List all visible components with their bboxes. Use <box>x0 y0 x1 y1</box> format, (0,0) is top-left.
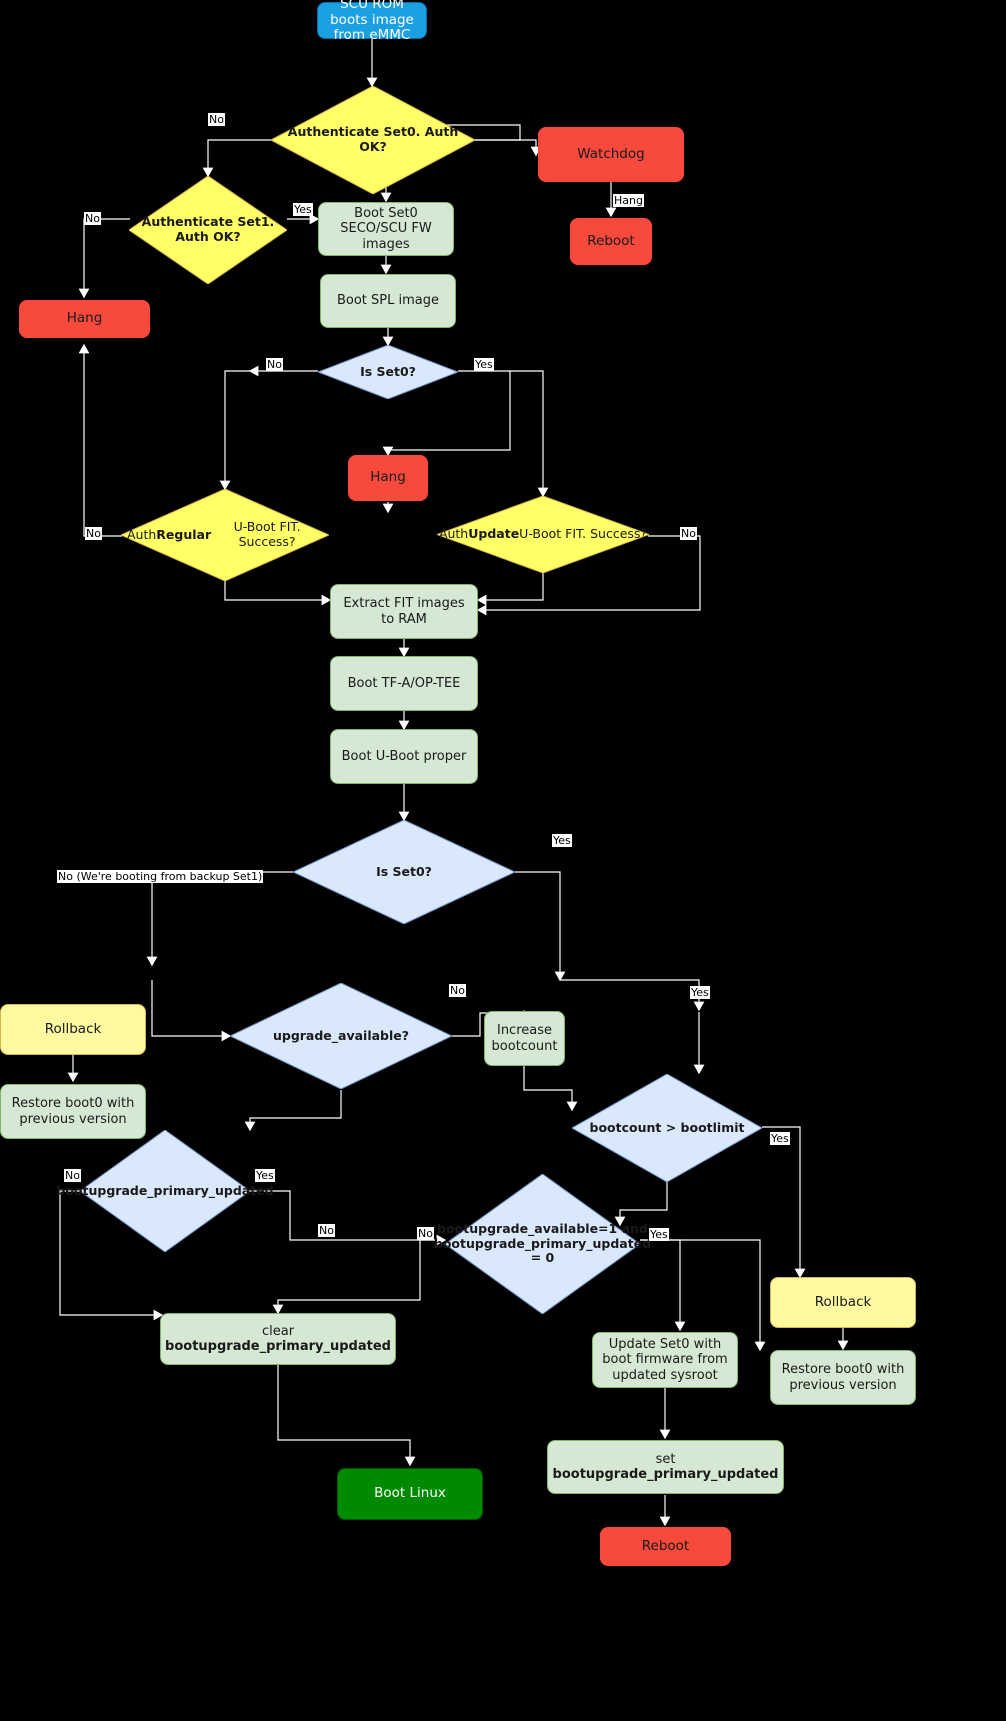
label-prefix: clear <box>261 1323 295 1339</box>
node-increase-bootcount[interactable]: Increase bootcount <box>484 1011 565 1066</box>
decision-authenticate-set1[interactable]: Authenticate Set1. Auth OK? <box>129 176 287 284</box>
node-hang-set1[interactable]: Hang <box>19 300 150 338</box>
edge-label-is-set0-uboot-yes: Yes <box>552 834 572 847</box>
node-label: Authenticate Set0. Auth OK? <box>287 124 459 154</box>
node-boot-uboot-proper[interactable]: Boot U-Boot proper <box>330 729 478 784</box>
node-label: bootupgrade_available=1 and bootupgrade_… <box>433 1220 652 1266</box>
node-label: Hang <box>370 469 406 486</box>
node-label: Is Set0? <box>360 363 416 379</box>
node-rollback-left[interactable]: Rollback <box>0 1004 146 1055</box>
edge-label-auth-regular-no: No <box>85 527 102 540</box>
node-label: Auth Update U-Boot FIT. Success? <box>437 496 649 573</box>
edge-label-bootcount-yes-out: Yes <box>770 1132 790 1145</box>
edge-label-auth-update-no: No <box>680 527 697 540</box>
node-clear-primary-updated[interactable]: clear bootupgrade_primary_updated <box>160 1313 396 1365</box>
edge-label-upgrade-available-no: No <box>449 984 466 997</box>
node-set-primary-updated[interactable]: set bootupgrade_primary_updated <box>547 1440 784 1494</box>
edge-label-is-set0-spl-yes: Yes <box>474 358 494 371</box>
node-label: set bootupgrade_primary_updated <box>553 1452 779 1483</box>
node-rollback-right[interactable]: Rollback <box>770 1277 916 1328</box>
node-label: upgrade_available? <box>272 1027 410 1043</box>
label-prefix: Auth <box>127 526 157 542</box>
node-label: Restore boot0 with previous version <box>781 1362 905 1393</box>
node-label: Authenticate Set1. Auth OK? <box>141 214 275 244</box>
node-label: Is Set0? <box>376 863 432 879</box>
node-label: Boot Linux <box>374 1485 446 1502</box>
node-label: Boot SPL image <box>336 293 439 309</box>
node-restore-boot0-right[interactable]: Restore boot0 with previous version <box>770 1350 916 1405</box>
node-reboot-top[interactable]: Reboot <box>570 218 652 265</box>
node-update-set0-firmware[interactable]: Update Set0 with boot firmware from upda… <box>592 1332 738 1388</box>
decision-auth-regular-fit[interactable]: Auth Regular U-Boot FIT. Success? <box>121 489 329 581</box>
node-label: Rollback <box>44 1020 102 1037</box>
decision-upgrade-available[interactable]: upgrade_available? <box>230 983 452 1089</box>
node-label: Update Set0 with boot firmware from upda… <box>602 1337 728 1383</box>
node-watchdog[interactable]: Watchdog <box>538 127 684 182</box>
node-label: clear bootupgrade_primary_updated <box>165 1324 391 1355</box>
node-label: Restore boot0 with previous version <box>11 1096 135 1127</box>
edge-label-avail-updated-yes: Yes <box>649 1228 669 1241</box>
node-label: Reboot <box>587 232 635 249</box>
edge-label-primary-updated-yes: Yes <box>255 1169 275 1182</box>
node-reboot-bottom[interactable]: Reboot <box>600 1527 731 1566</box>
edge-label-is-set0-uboot-no: No (We're booting from backup Set1) <box>57 870 264 883</box>
node-boot-linux[interactable]: Boot Linux <box>337 1468 483 1520</box>
node-boot-set0-fw[interactable]: Boot Set0 SECO/SCU FW images <box>318 202 454 256</box>
node-label: Auth Regular U-Boot FIT. Success? <box>121 489 329 581</box>
node-hang-mid[interactable]: Hang <box>348 455 428 501</box>
edge-label-watchdog-hang: Hang <box>613 194 644 207</box>
edge-label-avail-updated-no-left: No <box>318 1224 335 1237</box>
label-prefix: Auth <box>438 526 469 542</box>
node-label: SCU ROM boots image from eMMC <box>330 0 414 44</box>
decision-is-set0-spl[interactable]: Is Set0? <box>318 345 458 399</box>
edge-label-auth-set1-no: No <box>84 212 101 225</box>
node-label: Watchdog <box>577 145 645 162</box>
node-boot-spl[interactable]: Boot SPL image <box>320 274 456 328</box>
node-label: Boot Set0 SECO/SCU FW images <box>340 206 432 252</box>
decision-auth-update-fit[interactable]: Auth Update U-Boot FIT. Success? <box>437 496 649 573</box>
node-label: Reboot <box>641 1537 690 1554</box>
node-label: bootcount > bootlimit <box>589 1119 745 1135</box>
node-boot-tfa-optee[interactable]: Boot TF-A/OP-TEE <box>330 656 478 711</box>
node-label: Boot U-Boot proper <box>341 748 467 764</box>
node-label: Hang <box>66 310 103 327</box>
label-prefix: set <box>655 1451 676 1467</box>
node-label: Rollback <box>814 1293 872 1310</box>
decision-is-set0-uboot[interactable]: Is Set0? <box>293 820 515 924</box>
flowchart-canvas: SCU ROM boots image from eMMC Authentica… <box>0 0 1006 1721</box>
edge-label-auth-set0-yes: Yes <box>293 203 313 216</box>
decision-bootupgrade-available-and-updated[interactable]: bootupgrade_available=1 and bootupgrade_… <box>433 1174 652 1314</box>
decision-authenticate-set0[interactable]: Authenticate Set0. Auth OK? <box>271 86 475 194</box>
node-extract-fit-images[interactable]: Extract FIT images to RAM <box>330 584 478 639</box>
edge-label-primary-updated-no: No <box>64 1169 81 1182</box>
edge-label-avail-updated-no: No <box>417 1227 434 1240</box>
label-emphasis: Update <box>468 526 520 542</box>
edge-label-is-set0-spl-no: No <box>266 358 283 371</box>
label-emphasis: bootupgrade_primary_updated <box>552 1467 779 1482</box>
node-label: Boot TF-A/OP-TEE <box>347 675 461 691</box>
label-emphasis: bootupgrade_primary_updated <box>165 1339 391 1354</box>
decision-bootcount-gt-bootlimit[interactable]: bootcount > bootlimit <box>572 1074 762 1182</box>
decision-bootupgrade-primary-updated[interactable]: bootupgrade_primary_updated <box>56 1130 274 1252</box>
node-label: Extract FIT images to RAM <box>343 596 465 627</box>
node-label: bootupgrade_primary_updated <box>56 1182 274 1198</box>
label-suffix: U-Boot FIT. Success? <box>233 519 301 549</box>
edge-label-bootcount-yes-in: Yes <box>690 986 710 999</box>
edge-label-auth-set0-no: No <box>208 113 225 126</box>
label-suffix: U-Boot FIT. Success? <box>519 526 648 542</box>
label-emphasis: Regular <box>156 526 212 542</box>
node-label: Increase bootcount <box>491 1023 558 1054</box>
node-scu-rom-boots[interactable]: SCU ROM boots image from eMMC <box>317 0 427 43</box>
